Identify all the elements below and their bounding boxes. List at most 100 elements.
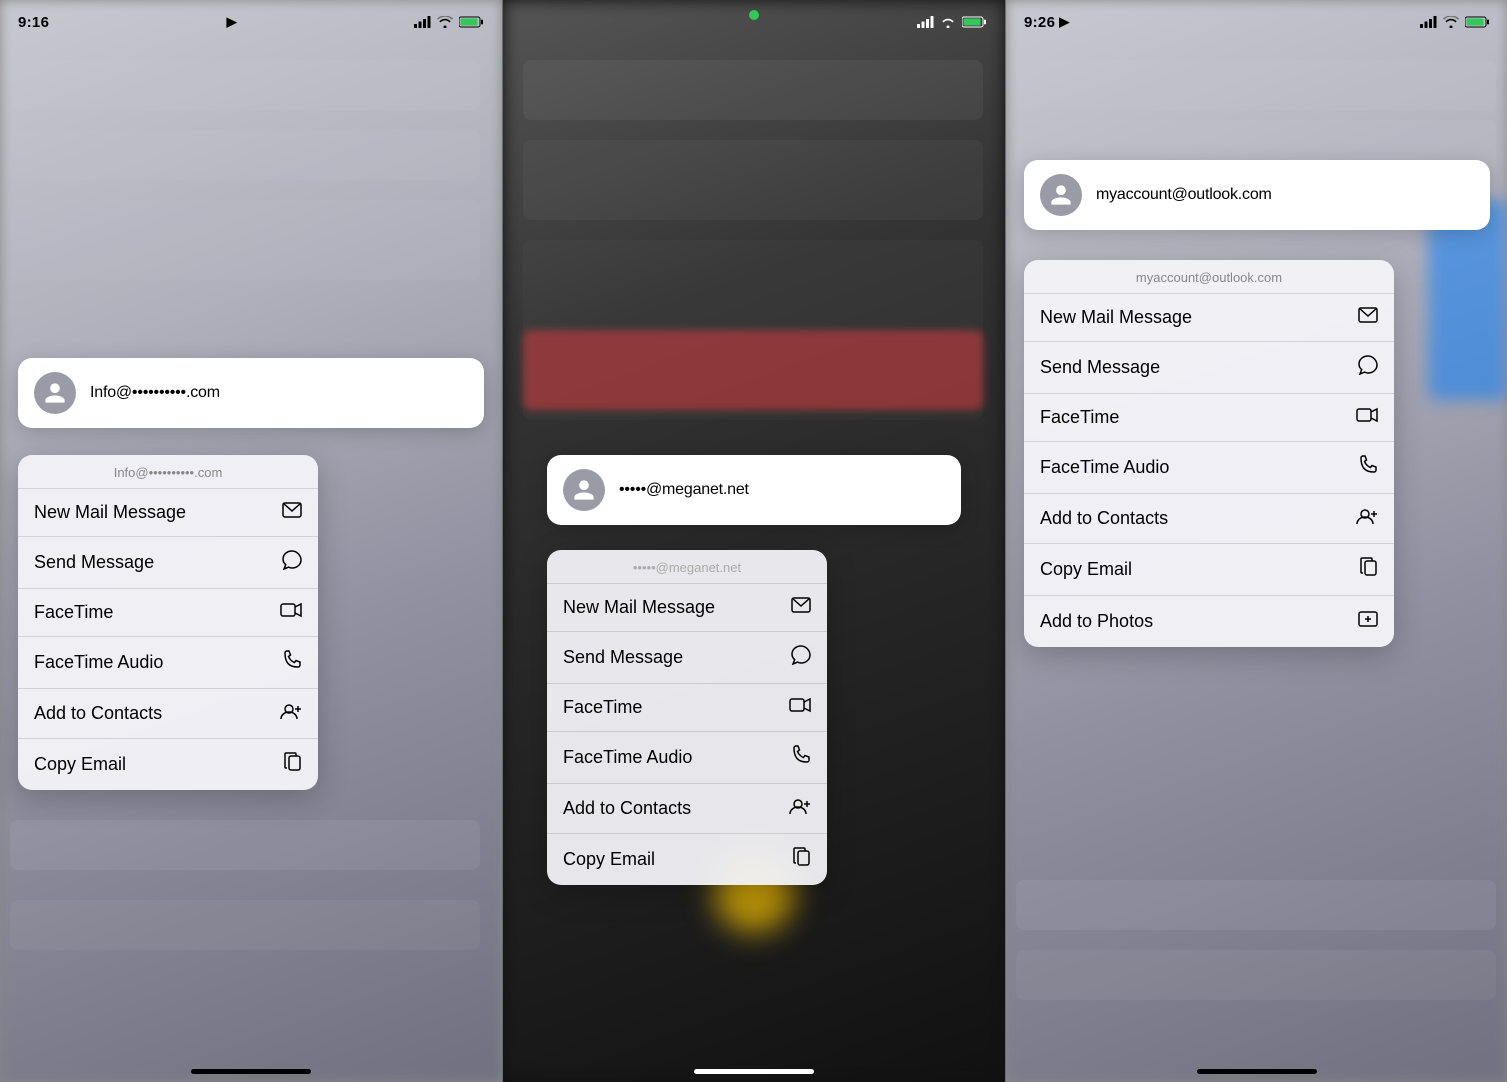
location-arrow-3: ▶: [1059, 14, 1069, 30]
status-time-3: 9:26: [1024, 14, 1055, 31]
status-bar-3: 9:26 ▶: [1006, 0, 1507, 44]
menu-item-label-facetime-audio-2: FaceTime Audio: [563, 747, 692, 768]
green-dot-2: [749, 10, 759, 20]
person-icon: [43, 381, 67, 405]
menu-item-add-contacts-3[interactable]: Add to Contacts: [1024, 494, 1394, 544]
mail-icon-1: [282, 502, 302, 523]
menu-item-label-facetime-audio-3: FaceTime Audio: [1040, 457, 1169, 478]
phone-panel-3: 9:26 ▶: [1006, 0, 1507, 1082]
bg-blue-rect: [1428, 200, 1507, 400]
bg-rect: [523, 60, 983, 120]
copy-icon-1: [284, 752, 302, 777]
mail-icon-3: [1358, 307, 1378, 328]
person-icon-2: [572, 478, 596, 502]
menu-item-label-copy-email-1: Copy Email: [34, 754, 126, 775]
phone-icon-2: [791, 745, 811, 770]
menu-item-send-message-2[interactable]: Send Message: [547, 632, 827, 684]
signal-icon: [414, 16, 431, 28]
menu-header-2: •••••@meganet.net: [547, 550, 827, 584]
message-icon-2: [791, 645, 811, 670]
copy-icon-2: [793, 847, 811, 872]
menu-item-facetime-3[interactable]: FaceTime: [1024, 394, 1394, 442]
menu-item-label-send-3: Send Message: [1040, 357, 1160, 378]
status-icons-3: [1420, 16, 1490, 28]
mail-icon-2: [791, 597, 811, 618]
menu-item-send-message-3[interactable]: Send Message: [1024, 342, 1394, 394]
photos-icon-3: [1358, 609, 1378, 634]
avatar-2: [563, 469, 605, 511]
person-icon-3: [1049, 183, 1073, 207]
phone-icon-1: [282, 650, 302, 675]
message-icon-3: [1358, 355, 1378, 380]
email-header-card-1: Info@••••••••••.com: [18, 358, 484, 428]
home-indicator-3: [1197, 1069, 1317, 1074]
menu-item-label-facetime-1: FaceTime: [34, 602, 113, 623]
menu-item-label-add-photos-3: Add to Photos: [1040, 611, 1153, 632]
bg-rect: [10, 820, 480, 870]
menu-item-facetime-1[interactable]: FaceTime: [18, 589, 318, 637]
wifi-icon-3: [1443, 16, 1459, 28]
menu-item-add-contacts-2[interactable]: Add to Contacts: [547, 784, 827, 834]
menu-item-label-send-1: Send Message: [34, 552, 154, 573]
avatar-1: [34, 372, 76, 414]
phone-icon-3: [1358, 455, 1378, 480]
copy-icon-3: [1360, 557, 1378, 582]
add-contact-icon-1: [280, 702, 302, 725]
menu-item-label-facetime-audio-1: FaceTime Audio: [34, 652, 163, 673]
menu-item-label-add-contacts-1: Add to Contacts: [34, 703, 162, 724]
menu-item-label-copy-email-3: Copy Email: [1040, 559, 1132, 580]
bg-rect: [1016, 60, 1496, 110]
email-header-card-2: •••••@meganet.net: [547, 455, 961, 525]
bg-rect: [10, 60, 480, 110]
bg-red-rect: [523, 330, 983, 410]
menu-item-facetime-audio-3[interactable]: FaceTime Audio: [1024, 442, 1394, 494]
menu-item-copy-email-3[interactable]: Copy Email: [1024, 544, 1394, 596]
menu-item-label-new-mail-1: New Mail Message: [34, 502, 186, 523]
menu-item-label-new-mail-3: New Mail Message: [1040, 307, 1192, 328]
facetime-icon-3: [1356, 407, 1378, 428]
menu-item-new-mail-3[interactable]: New Mail Message: [1024, 294, 1394, 342]
email-address-1: Info@••••••••••.com: [90, 384, 220, 402]
status-icons-1: [414, 16, 484, 28]
battery-icon-3: [1465, 16, 1490, 28]
menu-item-label-send-2: Send Message: [563, 647, 683, 668]
add-contact-icon-2: [789, 797, 811, 820]
menu-item-copy-email-1[interactable]: Copy Email: [18, 739, 318, 790]
menu-header-3: myaccount@outlook.com: [1024, 260, 1394, 294]
menu-item-copy-email-2[interactable]: Copy Email: [547, 834, 827, 885]
signal-icon-3: [1420, 16, 1437, 28]
email-header-card-3: myaccount@outlook.com: [1024, 160, 1490, 230]
home-indicator-2: [694, 1069, 814, 1074]
menu-item-new-mail-2[interactable]: New Mail Message: [547, 584, 827, 632]
menu-item-new-mail-1[interactable]: New Mail Message: [18, 489, 318, 537]
bg-rect: [10, 130, 480, 180]
menu-item-facetime-audio-1[interactable]: FaceTime Audio: [18, 637, 318, 689]
bg-rect: [1016, 950, 1496, 1000]
home-indicator-1: [191, 1069, 311, 1074]
menu-item-label-facetime-2: FaceTime: [563, 697, 642, 718]
message-icon-1: [282, 550, 302, 575]
menu-header-1: Info@••••••••••.com: [18, 455, 318, 489]
menu-item-facetime-2[interactable]: FaceTime: [547, 684, 827, 732]
menu-item-label-add-contacts-3: Add to Contacts: [1040, 508, 1168, 529]
add-contact-icon-3: [1356, 507, 1378, 530]
menu-item-label-add-contacts-2: Add to Contacts: [563, 798, 691, 819]
facetime-icon-2: [789, 697, 811, 718]
status-bar-2: [503, 0, 1005, 44]
context-menu-2: •••••@meganet.net New Mail Message Send …: [547, 550, 827, 885]
wifi-icon: [437, 16, 453, 28]
menu-item-add-photos-3[interactable]: Add to Photos: [1024, 596, 1394, 647]
context-menu-1: Info@••••••••••.com New Mail Message Sen…: [18, 455, 318, 790]
menu-item-label-copy-email-2: Copy Email: [563, 849, 655, 870]
battery-icon: [459, 16, 484, 28]
email-address-3: myaccount@outlook.com: [1096, 186, 1272, 204]
bg-rect: [10, 900, 480, 950]
phone-panel-1: 9:16 ▶: [0, 0, 502, 1082]
menu-item-facetime-audio-2[interactable]: FaceTime Audio: [547, 732, 827, 784]
menu-item-add-contacts-1[interactable]: Add to Contacts: [18, 689, 318, 739]
menu-item-send-message-1[interactable]: Send Message: [18, 537, 318, 589]
menu-item-label-new-mail-2: New Mail Message: [563, 597, 715, 618]
signal-icon-2: [917, 16, 934, 28]
bg-rect: [1016, 880, 1496, 930]
status-time-1: 9:16: [18, 14, 49, 31]
